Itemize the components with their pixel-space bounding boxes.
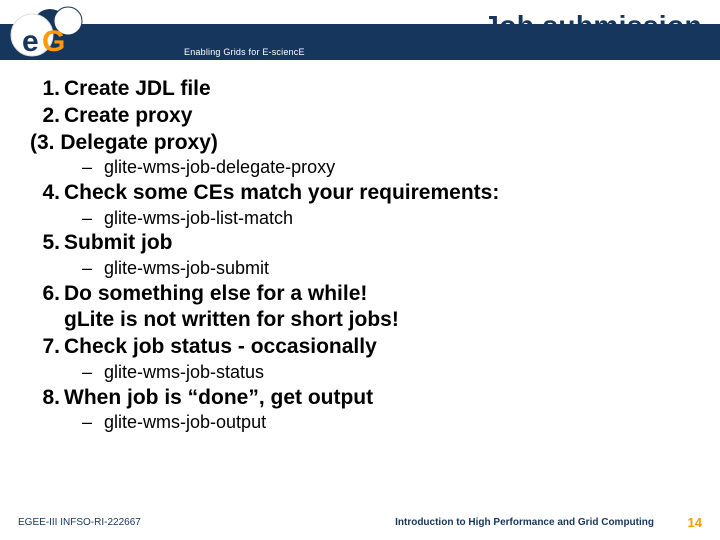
- list-item: (3. Delegate proxy): [26, 130, 680, 156]
- sub-list-text: glite-wms-job-list-match: [104, 207, 293, 230]
- list-item: 4.Check some CEs match your requirements…: [26, 180, 680, 206]
- list-number: 7.: [26, 334, 64, 360]
- list-text: gLite is not written for short jobs!: [64, 307, 399, 333]
- sub-list-item: –glite-wms-job-output: [82, 411, 680, 434]
- sub-list-item: –glite-wms-job-delegate-proxy: [82, 156, 680, 179]
- list-text: Create proxy: [64, 103, 192, 129]
- list-item: 6.Do something else for a while!: [26, 281, 680, 307]
- sub-list-text: glite-wms-job-submit: [104, 257, 269, 280]
- list-item: 5.Submit job: [26, 230, 680, 256]
- dash-icon: –: [82, 207, 92, 230]
- list-number: 6.: [26, 281, 64, 307]
- list-item: 8.When job is “done”, get output: [26, 385, 680, 411]
- list-text: Submit job: [64, 230, 173, 256]
- list-text: Check some CEs match your requirements:: [64, 180, 499, 206]
- sub-list-item: –glite-wms-job-list-match: [82, 207, 680, 230]
- slide: Enabling Grids for E-sciencE Job submiss…: [0, 0, 720, 540]
- list-text: Check job status - occasionally: [64, 334, 377, 360]
- list-item: 7.Check job status - occasionally: [26, 334, 680, 360]
- sub-list-item: –glite-wms-job-status: [82, 361, 680, 384]
- footer-course-title: Introduction to High Performance and Gri…: [395, 517, 654, 528]
- footer: EGEE-III INFSO-RI-222667 Introduction to…: [0, 514, 720, 530]
- sub-list-text: glite-wms-job-status: [104, 361, 264, 384]
- footer-left: EGEE-III INFSO-RI-222667: [18, 517, 141, 528]
- list-number: 5.: [26, 230, 64, 256]
- svg-text:G: G: [42, 25, 65, 58]
- page-title: Job submission: [483, 10, 702, 42]
- list-item: 1.Create JDL file: [26, 76, 680, 102]
- list-number: 1.: [26, 76, 64, 102]
- dash-icon: –: [82, 156, 92, 179]
- dash-icon: –: [82, 257, 92, 280]
- list-number: 2.: [26, 103, 64, 129]
- list-number: 8.: [26, 385, 64, 411]
- header-tagline: Enabling Grids for E-sciencE: [184, 47, 305, 57]
- dash-icon: –: [82, 361, 92, 384]
- list-item: 2.Create proxy: [26, 103, 680, 129]
- list-item: gLite is not written for short jobs!: [26, 307, 680, 333]
- svg-text:ee: ee: [65, 25, 98, 58]
- sub-list-text: glite-wms-job-output: [104, 411, 266, 434]
- sub-list-item: –glite-wms-job-submit: [82, 257, 680, 280]
- list-text: (3. Delegate proxy): [26, 130, 218, 156]
- content-body: 1.Create JDL file 2.Create proxy (3. Del…: [26, 76, 680, 435]
- dash-icon: –: [82, 411, 92, 434]
- list-text: When job is “done”, get output: [64, 385, 373, 411]
- sub-list-text: glite-wms-job-delegate-proxy: [104, 156, 335, 179]
- list-number: [26, 307, 64, 333]
- list-number: 4.: [26, 180, 64, 206]
- list-text: Do something else for a while!: [64, 281, 367, 307]
- svg-text:e: e: [22, 25, 39, 58]
- egee-logo: e G ee: [10, 6, 165, 64]
- list-text: Create JDL file: [64, 76, 211, 102]
- page-number: 14: [688, 515, 702, 530]
